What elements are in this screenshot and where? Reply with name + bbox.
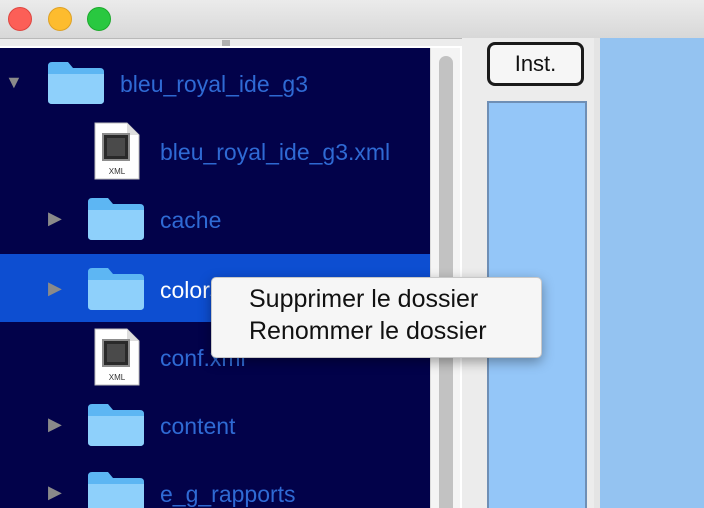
xml-file-icon: XML (94, 122, 140, 180)
tree-row-folder[interactable]: ▶ e_g_rapports (0, 458, 430, 508)
tree-row-folder[interactable]: ▼ bleu_royal_ide_g3 (0, 48, 430, 116)
title-bar (0, 0, 704, 39)
disclosure-triangle-collapsed-icon[interactable]: ▶ (48, 208, 62, 228)
minimize-window-button[interactable] (48, 7, 72, 31)
xml-badge: XML (109, 167, 126, 176)
disclosure-triangle-expanded-icon[interactable]: ▼ (5, 72, 23, 92)
close-window-button[interactable] (8, 7, 32, 31)
tree-item-label: bleu_royal_ide_g3 (120, 71, 308, 97)
folder-icon (88, 268, 144, 310)
zoom-window-button[interactable] (87, 7, 111, 31)
tree-row-file[interactable]: XML bleu_royal_ide_g3.xml (0, 116, 430, 184)
folder-icon (88, 404, 144, 446)
folder-icon (48, 62, 104, 104)
disclosure-triangle-collapsed-icon[interactable]: ▶ (48, 278, 62, 298)
disclosure-triangle-collapsed-icon[interactable]: ▶ (48, 482, 62, 502)
tree-row-folder[interactable]: ▶ content (0, 390, 430, 458)
app-window: ▼ bleu_royal_ide_g3 XML bleu_royal_ide_g… (0, 0, 704, 508)
disclosure-triangle-collapsed-icon[interactable]: ▶ (48, 414, 62, 434)
xml-badge: XML (109, 373, 126, 382)
inst-button[interactable]: Inst. (487, 42, 584, 86)
tree-row-folder[interactable]: ▶ cache (0, 184, 430, 252)
side-panel: Inst. (462, 38, 704, 508)
content-area (600, 38, 704, 508)
xml-file-icon: XML (94, 328, 140, 386)
context-menu: Supprimer le dossier Renommer le dossier (211, 277, 542, 358)
tree-item-label: bleu_royal_ide_g3.xml (160, 139, 391, 165)
tree-item-label: content (160, 413, 236, 439)
folder-icon (88, 198, 144, 240)
menu-item-delete-folder[interactable]: Supprimer le dossier (249, 284, 478, 314)
tree-item-label: e_g_rapports (160, 481, 296, 507)
folder-icon (88, 472, 144, 508)
tree-item-label: cache (160, 207, 222, 233)
menu-item-rename-folder[interactable]: Renommer le dossier (249, 316, 487, 346)
